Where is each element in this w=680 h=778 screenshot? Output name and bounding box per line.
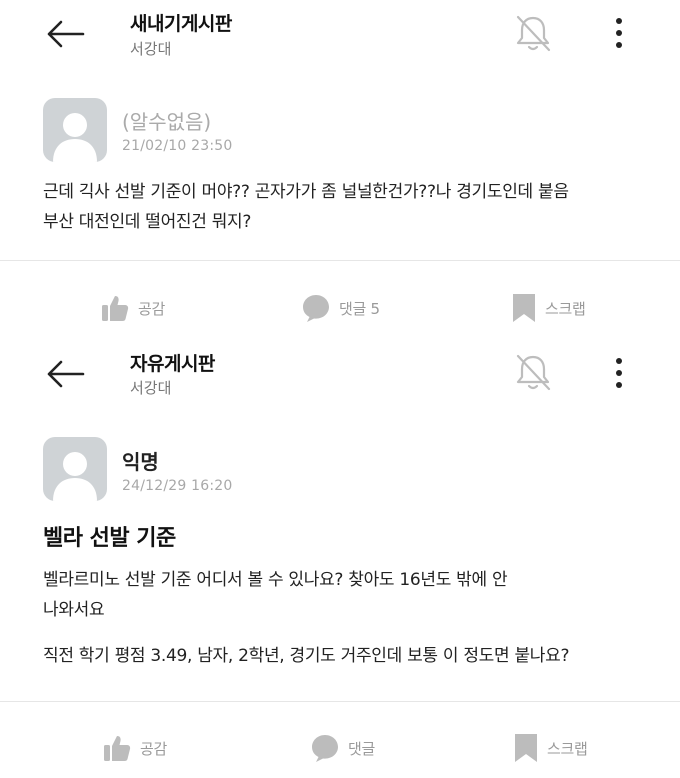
post-screen-1: 새내기게시판 서강대 (알수없음) 21/02/10 23:50 근데 긱사 선… xyxy=(0,0,680,340)
bookmark-icon xyxy=(515,734,537,762)
like-button[interactable]: 공감 xyxy=(100,293,165,323)
speech-bubble-icon xyxy=(312,735,338,762)
more-vertical-icon xyxy=(616,358,622,388)
divider xyxy=(0,260,680,261)
scrap-button[interactable]: 스크랩 xyxy=(511,293,586,323)
post-screen-2: 자유게시판 서강대 익명 24/12/29 16:20 벨라 선발 기준 벨라르… xyxy=(0,340,680,778)
notification-toggle[interactable] xyxy=(510,10,556,56)
back-button[interactable] xyxy=(40,357,90,391)
post-body-line: 나와서요 xyxy=(43,600,105,620)
bell-off-icon xyxy=(516,15,551,52)
post-body: 벨라르미노 선발 기준 어디서 볼 수 있나요? 찾아도 16년도 밖에 안 나… xyxy=(43,565,653,671)
post-body-line: 벨라르미노 선발 기준 어디서 볼 수 있나요? 찾아도 16년도 밖에 안 xyxy=(43,570,508,590)
thumbs-up-icon xyxy=(104,736,131,761)
author-name: 익명 xyxy=(122,450,159,474)
notification-toggle[interactable] xyxy=(510,349,556,395)
arrow-left-icon xyxy=(47,20,85,48)
bookmark-icon xyxy=(513,294,535,322)
post-body-line: 직전 학기 평점 3.49, 남자, 2학년, 경기도 거주인데 보통 이 정도… xyxy=(43,646,570,666)
avatar xyxy=(43,437,107,501)
like-label: 공감 xyxy=(140,739,168,758)
default-profile-icon xyxy=(53,452,97,501)
scrap-label: 스크랩 xyxy=(547,739,588,758)
post-date: 21/02/10 23:50 xyxy=(122,138,233,154)
school-name: 서강대 xyxy=(130,379,172,397)
board-title: 새내기게시판 xyxy=(130,13,232,35)
divider xyxy=(0,701,680,702)
scrap-button[interactable]: 스크랩 xyxy=(513,733,588,763)
board-title: 자유게시판 xyxy=(130,353,215,375)
post-title: 벨라 선발 기준 xyxy=(43,526,176,551)
comment-label: 댓글 xyxy=(348,739,376,758)
more-vertical-icon xyxy=(616,18,622,48)
scrap-label: 스크랩 xyxy=(545,299,586,318)
like-button[interactable]: 공감 xyxy=(102,733,167,763)
like-label: 공감 xyxy=(138,299,166,318)
more-options-button[interactable] xyxy=(604,13,634,53)
comment-button[interactable]: 댓글 xyxy=(310,733,375,763)
post-body-line: 근데 긱사 선발 기준이 머야?? 곤자가가 좀 널널한건가??나 경기도인데 … xyxy=(43,182,569,202)
default-profile-icon xyxy=(53,113,97,162)
thumbs-up-icon xyxy=(102,296,129,321)
arrow-left-icon xyxy=(47,360,85,388)
post-body: 근데 긱사 선발 기준이 머야?? 곤자가가 좀 널널한건가??나 경기도인데 … xyxy=(43,177,653,237)
school-name: 서강대 xyxy=(130,40,172,58)
more-options-button[interactable] xyxy=(604,353,634,393)
bell-off-icon xyxy=(516,354,551,391)
comment-label: 댓글 5 xyxy=(339,299,380,318)
post-body-line: 부산 대전인데 떨어진건 뭐지? xyxy=(43,212,252,232)
comment-button[interactable]: 댓글 5 xyxy=(301,293,380,323)
author-name: (알수없음) xyxy=(122,110,212,134)
speech-bubble-icon xyxy=(303,295,329,322)
back-button[interactable] xyxy=(40,17,90,51)
post-date: 24/12/29 16:20 xyxy=(122,478,233,494)
avatar xyxy=(43,98,107,162)
